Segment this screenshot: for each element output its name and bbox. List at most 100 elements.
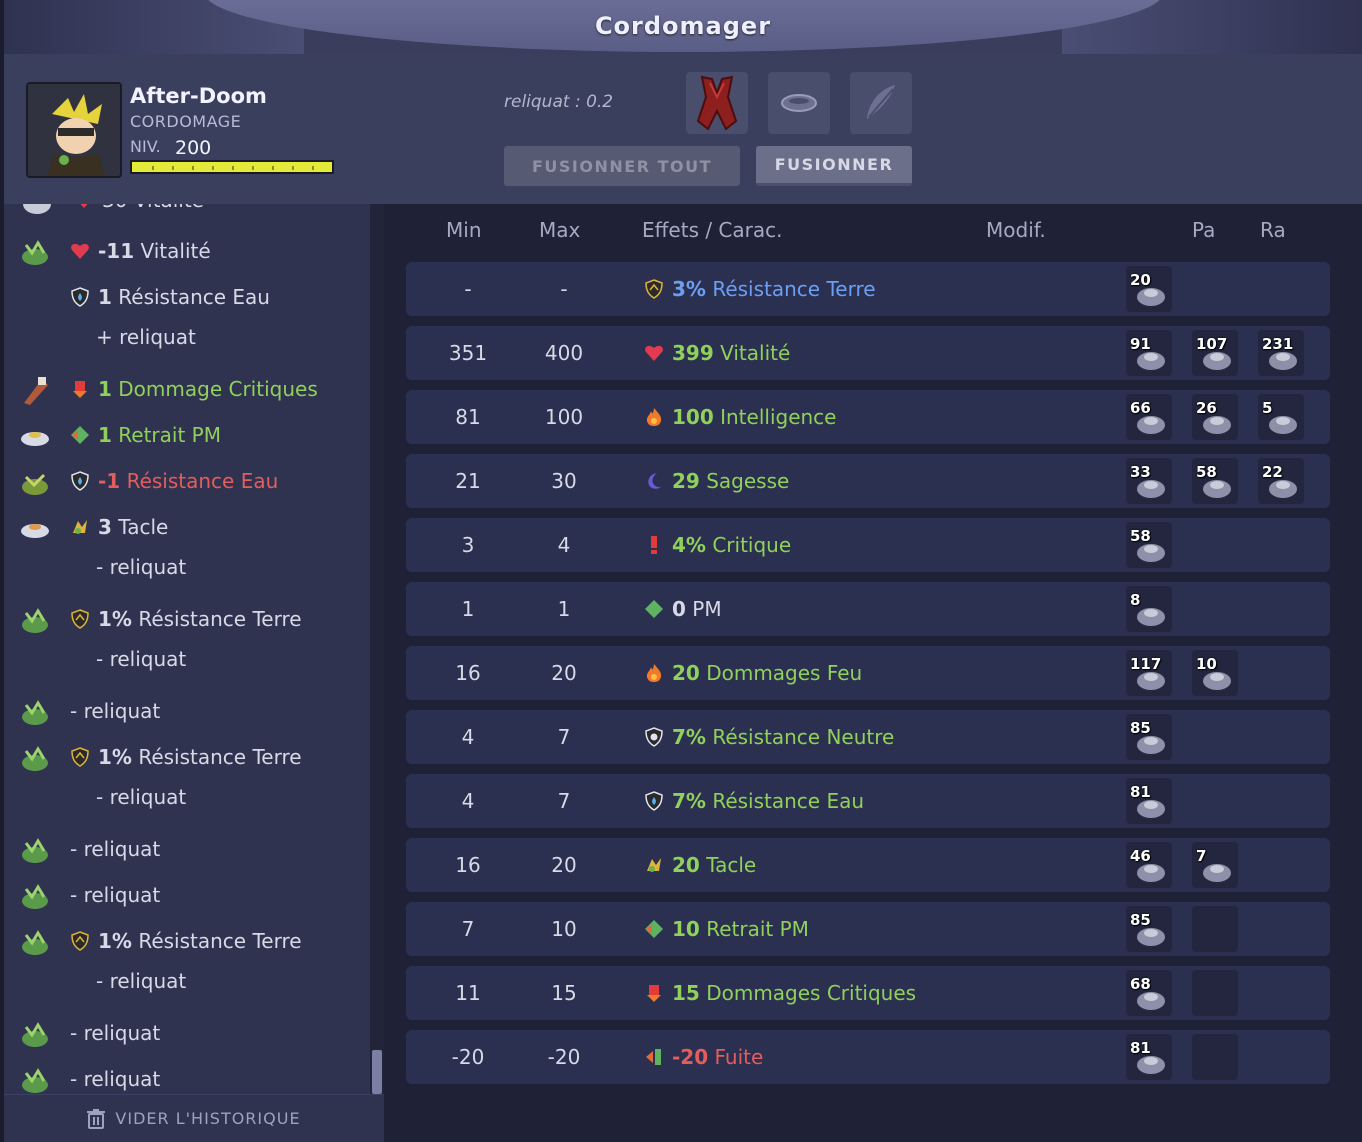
stat-max: 10 <box>551 917 577 941</box>
rune-slot[interactable]: 58 <box>1126 522 1172 568</box>
history-label: Résistance Terre <box>138 745 302 769</box>
history-scrollbar[interactable] <box>370 204 384 1094</box>
rune-slot[interactable]: 26 <box>1192 394 1238 440</box>
rune-slot[interactable]: 10 <box>1192 650 1238 696</box>
fuse-all-button[interactable]: FUSIONNER TOUT <box>504 146 740 186</box>
water-shield-icon <box>645 791 663 811</box>
rune-slot[interactable]: 81 <box>1126 778 1172 824</box>
stat-max: 400 <box>544 341 584 365</box>
rune-count: 58 <box>1196 463 1217 481</box>
stat-value: 0 <box>672 597 686 621</box>
rune-resistance-terre-icon <box>22 240 48 265</box>
stats-panel: Min Max Effets / Carac. Modif. Pa Ra --3… <box>384 204 1362 1142</box>
crit-dmg-icon <box>647 985 661 1002</box>
rune-slot[interactable]: 33 <box>1126 458 1172 504</box>
rune-slot[interactable]: 117 <box>1126 650 1172 696</box>
stat-max: 20 <box>551 853 577 877</box>
history-entry: + reliquat <box>4 320 370 356</box>
rune-slot[interactable]: 46 <box>1126 842 1172 888</box>
stat-label: Fuite <box>714 1045 764 1069</box>
character-job: CORDOMAGE <box>130 112 242 131</box>
rune-slot[interactable]: 85 <box>1126 906 1172 952</box>
rune-count: 231 <box>1262 335 1294 353</box>
rune-slot[interactable]: 66 <box>1126 394 1172 440</box>
rune-slot-empty[interactable] <box>1192 1034 1238 1080</box>
rune-resistance-terre-icon <box>22 884 48 909</box>
ring-slot[interactable] <box>768 72 830 134</box>
rune-slot-empty[interactable] <box>1192 970 1238 1016</box>
feather-slot[interactable] <box>850 72 912 134</box>
rune-vitalite-icon <box>23 204 51 214</box>
rune-slot[interactable]: 81 <box>1126 1034 1172 1080</box>
reliquat-value: reliquat : 0.2 <box>504 92 614 112</box>
stat-row[interactable]: 351 400 399 Vitalité 91 107 231 <box>406 326 1330 380</box>
rune-slot-empty[interactable] <box>1192 906 1238 952</box>
stat-row[interactable]: 3 4 4% Critique 58 <box>406 518 1330 572</box>
rune-slot[interactable]: 231 <box>1258 330 1304 376</box>
stat-row[interactable]: -20 -20 -20 Fuite 81 <box>406 1030 1330 1084</box>
rune-slot[interactable]: 107 <box>1192 330 1238 376</box>
rune-slot[interactable]: 68 <box>1126 970 1172 1016</box>
stat-value: 3% <box>672 277 706 301</box>
stat-label: Résistance Neutre <box>712 725 895 749</box>
rune-slot[interactable]: 5 <box>1258 394 1304 440</box>
history-entry: 1 Retrait PM <box>4 418 370 454</box>
item-slot[interactable] <box>686 72 748 134</box>
stat-label: Résistance Terre <box>712 277 876 301</box>
stat-label: Retrait PM <box>706 917 809 941</box>
history-entry: - reliquat <box>4 878 370 914</box>
history-reliquat: - reliquat <box>96 647 187 671</box>
rune-slot[interactable]: 58 <box>1192 458 1238 504</box>
trash-icon <box>87 1108 106 1129</box>
clear-history-button[interactable]: VIDER L'HISTORIQUE <box>4 1094 384 1142</box>
earth-shield-icon <box>645 279 663 299</box>
stat-label: Tacle <box>706 853 757 877</box>
col-pa: Pa <box>1192 218 1216 242</box>
rune-slot[interactable]: 22 <box>1258 458 1304 504</box>
level-label: NIV. <box>130 137 161 156</box>
stat-row[interactable]: 21 30 29 Sagesse 33 58 22 <box>406 454 1330 508</box>
stat-row[interactable]: 4 7 7% Résistance Neutre 85 <box>406 710 1330 764</box>
col-effects: Effets / Carac. <box>642 218 783 242</box>
rune-slot[interactable]: 7 <box>1192 842 1238 888</box>
rune-count: 81 <box>1130 783 1151 801</box>
rune-resistance-terre-icon <box>22 746 48 771</box>
history-value: 1% <box>98 745 132 769</box>
rune-resistance-terre-icon <box>22 1022 48 1047</box>
history-label: Vitalité <box>140 239 211 263</box>
rune-resistance-terre-icon <box>22 608 48 633</box>
rune-slot[interactable]: 20 <box>1126 266 1172 312</box>
rune-count: 26 <box>1196 399 1217 417</box>
rune-slot[interactable]: 8 <box>1126 586 1172 632</box>
history-entry: - reliquat <box>4 550 370 586</box>
tacle-icon <box>647 858 661 872</box>
stat-row[interactable]: 81 100 100 Intelligence 66 26 5 <box>406 390 1330 444</box>
stat-row[interactable]: 7 10 10 Retrait PM 85 <box>406 902 1330 956</box>
history-label: Résistance Terre <box>138 929 302 953</box>
ring-icon <box>781 94 817 112</box>
scrollbar-thumb[interactable] <box>372 1050 382 1094</box>
rune-slot[interactable]: 91 <box>1126 330 1172 376</box>
rune-slot[interactable]: 85 <box>1126 714 1172 760</box>
item-icon <box>696 75 738 131</box>
stat-max: - <box>560 277 568 301</box>
xp-bar <box>130 160 334 174</box>
history-label: Dommage Critiques <box>118 377 318 401</box>
history-value: -1 <box>98 469 121 493</box>
stat-row[interactable]: 11 15 15 Dommages Critiques 68 <box>406 966 1330 1020</box>
history-label: Résistance Terre <box>138 607 302 631</box>
neutral-shield-icon <box>645 727 663 747</box>
stat-row[interactable]: 16 20 20 Tacle 46 7 <box>406 838 1330 892</box>
history-entry: - reliquat <box>4 694 370 730</box>
stat-value: 7% <box>672 789 706 813</box>
history-value: -11 <box>98 239 135 263</box>
stat-row[interactable]: 110 PM 8 <box>406 582 1330 636</box>
clear-history-label: VIDER L'HISTORIQUE <box>115 1109 301 1128</box>
history-entry: 1% Résistance Terre <box>4 740 370 776</box>
stat-row[interactable]: - -3% Résistance Terre 20 <box>406 262 1330 316</box>
stat-row[interactable]: 4 7 7% Résistance Eau 81 <box>406 774 1330 828</box>
history-value: 1% <box>98 607 132 631</box>
fuse-button[interactable]: FUSIONNER <box>756 146 912 186</box>
stat-value: 20 <box>672 661 700 685</box>
stat-row[interactable]: 16 20 20 Dommages Feu 117 10 <box>406 646 1330 700</box>
